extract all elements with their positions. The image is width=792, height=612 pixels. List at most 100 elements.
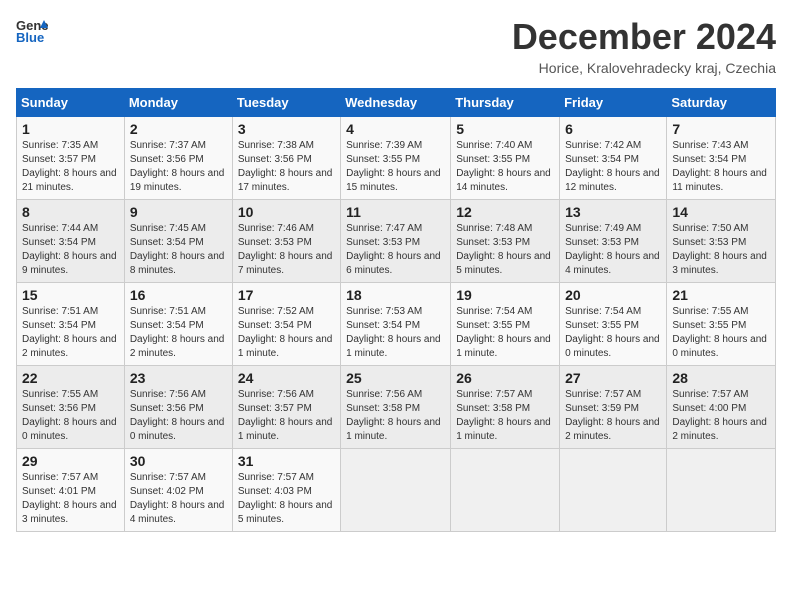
day-number: 1 — [22, 121, 119, 137]
calendar-week-row: 29 Sunrise: 7:57 AMSunset: 4:01 PMDaylig… — [17, 449, 776, 532]
day-number: 12 — [456, 204, 554, 220]
location: Horice, Kralovehradecky kraj, Czechia — [512, 60, 776, 76]
day-info: Sunrise: 7:55 AMSunset: 3:56 PMDaylight:… — [22, 388, 119, 444]
day-info: Sunrise: 7:39 AMSunset: 3:55 PMDaylight:… — [346, 139, 445, 195]
calendar-cell: 28 Sunrise: 7:57 AMSunset: 4:00 PMDaylig… — [667, 366, 776, 449]
calendar-cell: 3 Sunrise: 7:38 AMSunset: 3:56 PMDayligh… — [232, 117, 340, 200]
col-header-friday: Friday — [560, 89, 667, 117]
day-number: 23 — [130, 370, 227, 386]
day-info: Sunrise: 7:56 AMSunset: 3:56 PMDaylight:… — [130, 388, 227, 444]
day-info: Sunrise: 7:45 AMSunset: 3:54 PMDaylight:… — [130, 222, 227, 278]
day-number: 30 — [130, 453, 227, 469]
day-number: 21 — [672, 287, 770, 303]
day-number: 7 — [672, 121, 770, 137]
calendar-cell — [667, 449, 776, 532]
day-number: 6 — [565, 121, 661, 137]
logo-icon: General Blue — [16, 16, 48, 44]
day-number: 22 — [22, 370, 119, 386]
day-number: 9 — [130, 204, 227, 220]
day-info: Sunrise: 7:53 AMSunset: 3:54 PMDaylight:… — [346, 305, 445, 361]
col-header-monday: Monday — [124, 89, 232, 117]
day-info: Sunrise: 7:56 AMSunset: 3:58 PMDaylight:… — [346, 388, 445, 444]
title-block: December 2024 Horice, Kralovehradecky kr… — [512, 16, 776, 76]
calendar-cell — [560, 449, 667, 532]
calendar-cell: 4 Sunrise: 7:39 AMSunset: 3:55 PMDayligh… — [341, 117, 451, 200]
svg-text:Blue: Blue — [16, 30, 44, 44]
logo: General Blue — [16, 16, 48, 44]
day-number: 4 — [346, 121, 445, 137]
day-info: Sunrise: 7:57 AMSunset: 4:02 PMDaylight:… — [130, 471, 227, 527]
calendar-cell: 26 Sunrise: 7:57 AMSunset: 3:58 PMDaylig… — [451, 366, 560, 449]
calendar-cell: 23 Sunrise: 7:56 AMSunset: 3:56 PMDaylig… — [124, 366, 232, 449]
day-info: Sunrise: 7:44 AMSunset: 3:54 PMDaylight:… — [22, 222, 119, 278]
calendar-table: SundayMondayTuesdayWednesdayThursdayFrid… — [16, 88, 776, 532]
day-number: 5 — [456, 121, 554, 137]
day-number: 16 — [130, 287, 227, 303]
calendar-week-row: 15 Sunrise: 7:51 AMSunset: 3:54 PMDaylig… — [17, 283, 776, 366]
calendar-cell: 1 Sunrise: 7:35 AMSunset: 3:57 PMDayligh… — [17, 117, 125, 200]
day-info: Sunrise: 7:38 AMSunset: 3:56 PMDaylight:… — [238, 139, 335, 195]
day-info: Sunrise: 7:47 AMSunset: 3:53 PMDaylight:… — [346, 222, 445, 278]
calendar-cell — [451, 449, 560, 532]
calendar-cell: 22 Sunrise: 7:55 AMSunset: 3:56 PMDaylig… — [17, 366, 125, 449]
month-title: December 2024 — [512, 16, 776, 58]
calendar-cell: 17 Sunrise: 7:52 AMSunset: 3:54 PMDaylig… — [232, 283, 340, 366]
day-number: 10 — [238, 204, 335, 220]
calendar-cell: 19 Sunrise: 7:54 AMSunset: 3:55 PMDaylig… — [451, 283, 560, 366]
calendar-cell: 10 Sunrise: 7:46 AMSunset: 3:53 PMDaylig… — [232, 200, 340, 283]
day-info: Sunrise: 7:46 AMSunset: 3:53 PMDaylight:… — [238, 222, 335, 278]
day-info: Sunrise: 7:57 AMSunset: 4:03 PMDaylight:… — [238, 471, 335, 527]
col-header-saturday: Saturday — [667, 89, 776, 117]
day-number: 17 — [238, 287, 335, 303]
day-info: Sunrise: 7:37 AMSunset: 3:56 PMDaylight:… — [130, 139, 227, 195]
day-info: Sunrise: 7:57 AMSunset: 3:58 PMDaylight:… — [456, 388, 554, 444]
calendar-week-row: 1 Sunrise: 7:35 AMSunset: 3:57 PMDayligh… — [17, 117, 776, 200]
calendar-cell: 6 Sunrise: 7:42 AMSunset: 3:54 PMDayligh… — [560, 117, 667, 200]
day-info: Sunrise: 7:56 AMSunset: 3:57 PMDaylight:… — [238, 388, 335, 444]
page-header: General Blue December 2024 Horice, Kralo… — [16, 16, 776, 76]
calendar-cell: 16 Sunrise: 7:51 AMSunset: 3:54 PMDaylig… — [124, 283, 232, 366]
calendar-week-row: 22 Sunrise: 7:55 AMSunset: 3:56 PMDaylig… — [17, 366, 776, 449]
calendar-cell: 25 Sunrise: 7:56 AMSunset: 3:58 PMDaylig… — [341, 366, 451, 449]
day-number: 11 — [346, 204, 445, 220]
calendar-cell: 13 Sunrise: 7:49 AMSunset: 3:53 PMDaylig… — [560, 200, 667, 283]
day-number: 14 — [672, 204, 770, 220]
col-header-tuesday: Tuesday — [232, 89, 340, 117]
day-number: 19 — [456, 287, 554, 303]
calendar-cell: 30 Sunrise: 7:57 AMSunset: 4:02 PMDaylig… — [124, 449, 232, 532]
day-number: 24 — [238, 370, 335, 386]
calendar-cell: 8 Sunrise: 7:44 AMSunset: 3:54 PMDayligh… — [17, 200, 125, 283]
day-number: 13 — [565, 204, 661, 220]
day-info: Sunrise: 7:49 AMSunset: 3:53 PMDaylight:… — [565, 222, 661, 278]
day-info: Sunrise: 7:57 AMSunset: 4:01 PMDaylight:… — [22, 471, 119, 527]
calendar-cell: 20 Sunrise: 7:54 AMSunset: 3:55 PMDaylig… — [560, 283, 667, 366]
calendar-cell: 14 Sunrise: 7:50 AMSunset: 3:53 PMDaylig… — [667, 200, 776, 283]
day-number: 31 — [238, 453, 335, 469]
calendar-cell: 2 Sunrise: 7:37 AMSunset: 3:56 PMDayligh… — [124, 117, 232, 200]
calendar-cell: 27 Sunrise: 7:57 AMSunset: 3:59 PMDaylig… — [560, 366, 667, 449]
day-number: 8 — [22, 204, 119, 220]
day-info: Sunrise: 7:52 AMSunset: 3:54 PMDaylight:… — [238, 305, 335, 361]
calendar-cell: 11 Sunrise: 7:47 AMSunset: 3:53 PMDaylig… — [341, 200, 451, 283]
day-number: 15 — [22, 287, 119, 303]
calendar-cell: 21 Sunrise: 7:55 AMSunset: 3:55 PMDaylig… — [667, 283, 776, 366]
col-header-sunday: Sunday — [17, 89, 125, 117]
day-info: Sunrise: 7:57 AMSunset: 4:00 PMDaylight:… — [672, 388, 770, 444]
day-number: 28 — [672, 370, 770, 386]
day-info: Sunrise: 7:51 AMSunset: 3:54 PMDaylight:… — [22, 305, 119, 361]
calendar-cell: 15 Sunrise: 7:51 AMSunset: 3:54 PMDaylig… — [17, 283, 125, 366]
day-info: Sunrise: 7:57 AMSunset: 3:59 PMDaylight:… — [565, 388, 661, 444]
calendar-cell: 5 Sunrise: 7:40 AMSunset: 3:55 PMDayligh… — [451, 117, 560, 200]
day-number: 25 — [346, 370, 445, 386]
day-info: Sunrise: 7:42 AMSunset: 3:54 PMDaylight:… — [565, 139, 661, 195]
day-number: 26 — [456, 370, 554, 386]
calendar-cell — [341, 449, 451, 532]
day-number: 18 — [346, 287, 445, 303]
day-number: 29 — [22, 453, 119, 469]
calendar-header-row: SundayMondayTuesdayWednesdayThursdayFrid… — [17, 89, 776, 117]
calendar-cell: 31 Sunrise: 7:57 AMSunset: 4:03 PMDaylig… — [232, 449, 340, 532]
day-info: Sunrise: 7:54 AMSunset: 3:55 PMDaylight:… — [456, 305, 554, 361]
day-info: Sunrise: 7:55 AMSunset: 3:55 PMDaylight:… — [672, 305, 770, 361]
day-number: 2 — [130, 121, 227, 137]
day-number: 20 — [565, 287, 661, 303]
